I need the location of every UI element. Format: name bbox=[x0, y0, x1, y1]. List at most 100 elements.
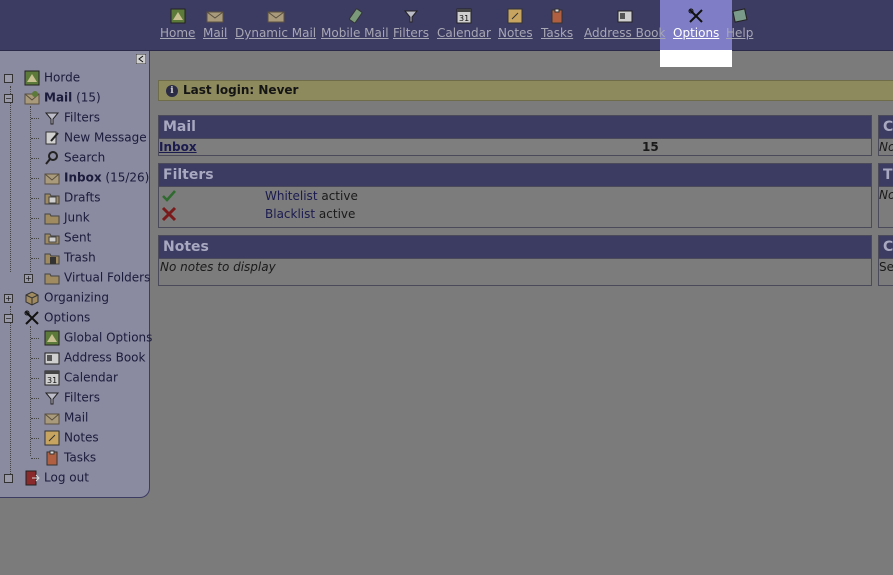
right-portlet-1-text: No bbox=[879, 138, 893, 155]
sidebar-item-options-filters[interactable]: Filters bbox=[44, 388, 100, 406]
notes-icon bbox=[44, 430, 60, 445]
inbox-icon bbox=[44, 173, 60, 184]
sidebar-item-calendar-label: Calendar bbox=[64, 370, 118, 385]
sidebar-item-notes[interactable]: Notes bbox=[44, 428, 99, 446]
svg-text:31: 31 bbox=[47, 376, 57, 385]
nav-dynamic-mail-label: Dynamic Mail bbox=[235, 26, 317, 40]
sidebar-item-search[interactable]: Search bbox=[44, 148, 105, 166]
folder-icon bbox=[44, 213, 60, 224]
sidebar-item-new-message-label: New Message bbox=[64, 130, 147, 145]
tree-line bbox=[30, 106, 31, 272]
sidebar-item-options[interactable]: Options bbox=[24, 308, 90, 326]
whitelist-status: active bbox=[321, 189, 358, 203]
notes-portlet: Notes No notes to display bbox=[158, 235, 872, 286]
mail-icon bbox=[206, 11, 224, 23]
nav-home[interactable]: Home bbox=[160, 8, 195, 40]
organizing-icon bbox=[25, 290, 39, 306]
expand-virtual-folders-toggle[interactable]: + bbox=[24, 274, 33, 283]
blacklist-link[interactable]: Blacklist bbox=[265, 207, 315, 221]
sent-folder-icon bbox=[44, 233, 60, 244]
tasks-icon bbox=[46, 450, 58, 465]
sidebar-item-virtual-folders-label: Virtual Folders bbox=[64, 270, 151, 285]
tree-line bbox=[31, 158, 39, 159]
sidebar-item-global-options[interactable]: Global Options bbox=[44, 328, 152, 346]
filter-icon bbox=[44, 392, 60, 404]
sidebar: Horde − Mail (15) Filters New Message Se… bbox=[0, 51, 152, 498]
right-portlet-1-title: C bbox=[879, 116, 893, 138]
sidebar-item-trash-label: Trash bbox=[64, 250, 96, 265]
search-icon bbox=[45, 150, 58, 165]
sidebar-item-mail[interactable]: Mail (15) bbox=[24, 88, 101, 106]
svg-text:31: 31 bbox=[459, 14, 469, 23]
inbox-link[interactable]: Inbox bbox=[159, 139, 197, 155]
top-navigation-bar: Home Mail Dynamic Mail Mobile Mail Filte… bbox=[0, 0, 893, 51]
inbox-count: (15/26) bbox=[105, 170, 150, 185]
mail-unread-count: (15) bbox=[76, 90, 101, 105]
sidebar-item-junk[interactable]: Junk bbox=[44, 208, 90, 226]
mail-portlet: Mail Inbox 15 bbox=[158, 115, 872, 156]
nav-notes[interactable]: Notes bbox=[498, 8, 533, 40]
sidebar-item-sent[interactable]: Sent bbox=[44, 228, 91, 246]
sidebar-item-drafts-label: Drafts bbox=[64, 190, 101, 205]
nav-address-book[interactable]: Address Book bbox=[584, 8, 665, 40]
sidebar-item-trash[interactable]: Trash bbox=[44, 248, 96, 266]
nav-options[interactable]: Options bbox=[673, 8, 719, 40]
whitelist-link[interactable]: Whitelist bbox=[265, 189, 318, 203]
sidebar-item-tasks[interactable]: Tasks bbox=[44, 448, 96, 466]
sidebar-item-options-mail-label: Mail bbox=[64, 410, 89, 425]
last-login-banner: i Last login: Never bbox=[158, 80, 893, 101]
sidebar-item-mail-filters[interactable]: Filters bbox=[44, 108, 100, 126]
options-tab-underlay bbox=[660, 50, 732, 67]
tree-line bbox=[31, 438, 39, 439]
nav-mail[interactable]: Mail bbox=[203, 8, 227, 40]
tree-line bbox=[31, 118, 39, 119]
sidebar-item-inbox[interactable]: Inbox (15/26) bbox=[44, 168, 149, 186]
last-login-text: Last login: Never bbox=[183, 83, 299, 97]
sidebar-item-options-mail[interactable]: Mail bbox=[44, 408, 88, 426]
sidebar-item-new-message[interactable]: New Message bbox=[44, 128, 147, 146]
sidebar-item-virtual-folders[interactable]: Virtual Folders bbox=[44, 268, 150, 286]
sidebar-item-horde[interactable]: Horde bbox=[24, 68, 80, 86]
help-icon bbox=[731, 8, 748, 23]
blacklist-row: Blacklist active bbox=[159, 205, 871, 223]
collapse-options-toggle[interactable]: − bbox=[4, 314, 13, 323]
tools-icon bbox=[24, 310, 39, 325]
collapse-sidebar-icon[interactable] bbox=[136, 54, 146, 64]
expand-organizing-toggle[interactable]: + bbox=[4, 294, 13, 303]
address-book-icon bbox=[617, 10, 633, 23]
right-portlet-3-text: Se bbox=[879, 258, 893, 275]
tree-line bbox=[31, 138, 39, 139]
blacklist-status: active bbox=[318, 207, 356, 221]
sidebar-item-global-options-label: Global Options bbox=[64, 330, 153, 345]
nav-mobile-mail[interactable]: Mobile Mail bbox=[321, 8, 389, 40]
nav-calendar-label: Calendar bbox=[437, 26, 491, 40]
calendar-icon: 31 bbox=[456, 8, 472, 24]
sidebar-item-log-out[interactable]: Log out bbox=[24, 468, 89, 486]
nav-dynamic-mail[interactable]: Dynamic Mail bbox=[235, 8, 316, 40]
tree-line bbox=[31, 398, 39, 399]
inbox-count-value: 15 bbox=[642, 140, 659, 154]
sidebar-item-search-label: Search bbox=[64, 150, 106, 165]
nav-help[interactable]: Help bbox=[726, 8, 753, 40]
sidebar-item-organizing[interactable]: Organizing bbox=[24, 288, 109, 306]
tree-line bbox=[31, 358, 39, 359]
nav-options-label: Options bbox=[673, 26, 720, 40]
nav-notes-label: Notes bbox=[498, 26, 533, 40]
nav-tasks[interactable]: Tasks bbox=[541, 8, 573, 40]
sidebar-item-address-book[interactable]: Address Book bbox=[44, 348, 145, 366]
right-portlet-1: C No bbox=[878, 115, 893, 156]
collapse-mail-toggle[interactable]: − bbox=[4, 94, 13, 103]
tree-line bbox=[31, 178, 39, 179]
nav-calendar[interactable]: 31 Calendar bbox=[437, 8, 491, 40]
sidebar-item-drafts[interactable]: Drafts bbox=[44, 188, 101, 206]
tree-line bbox=[30, 326, 31, 456]
tree-leaf-marker bbox=[4, 74, 13, 83]
notes-empty-message: No notes to display bbox=[159, 258, 871, 277]
sidebar-item-calendar[interactable]: 31 Calendar bbox=[44, 368, 118, 386]
nav-address-book-label: Address Book bbox=[584, 26, 666, 40]
nav-mobile-mail-label: Mobile Mail bbox=[321, 26, 389, 40]
sidebar-item-tasks-label: Tasks bbox=[64, 450, 97, 465]
sidebar-item-mail-filters-label: Filters bbox=[64, 110, 100, 125]
nav-filters[interactable]: Filters bbox=[393, 8, 429, 40]
right-portlet-2: T No bbox=[878, 163, 893, 228]
